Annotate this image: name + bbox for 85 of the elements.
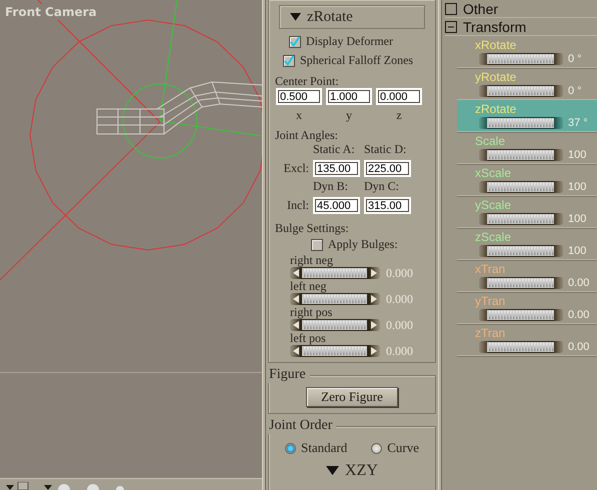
parameter-label: yTran	[475, 294, 506, 308]
radio-button[interactable]	[371, 442, 382, 454]
dial-value: 0.000	[386, 344, 413, 358]
dial[interactable]	[290, 266, 380, 280]
dial[interactable]	[479, 276, 563, 290]
input-field[interactable]: 45.000	[313, 197, 360, 214]
parameter-value: 0.00	[568, 309, 590, 321]
axis-label: y	[345, 109, 353, 121]
radio-label[interactable]: Curve	[371, 440, 419, 456]
input-field[interactable]: 1.000	[326, 88, 372, 105]
toolbar-icon[interactable]	[6, 482, 30, 490]
square-icon[interactable]	[445, 2, 457, 14]
parameter-label: zTran	[475, 326, 506, 340]
input-field[interactable]: 315.00	[364, 197, 411, 214]
checkbox[interactable]	[311, 238, 323, 250]
group-title: Joint Order	[268, 418, 336, 434]
group-label[interactable]: Transform	[463, 18, 526, 34]
field-heading: Dyn C:	[364, 180, 400, 193]
axis-label: z	[395, 109, 403, 121]
input-field[interactable]: 0.500	[276, 88, 322, 105]
parameter-value: 100	[568, 149, 586, 161]
caret-icon	[326, 466, 340, 476]
parameter-label: yScale	[475, 198, 512, 212]
parameter-label: zScale	[475, 230, 512, 244]
dial[interactable]	[479, 148, 563, 162]
field-heading: Static A:	[313, 143, 356, 156]
group-label[interactable]: Other	[463, 0, 498, 16]
caret-icon	[290, 13, 301, 21]
viewport-title: Front Camera	[3, 4, 99, 20]
axis-label: x	[295, 109, 303, 121]
dial[interactable]	[479, 84, 563, 98]
dial-label: left neg	[290, 280, 328, 292]
input-field[interactable]: 0.000	[376, 88, 422, 105]
dial[interactable]	[479, 340, 563, 354]
parameter-label: Scale	[475, 134, 506, 148]
radio-button[interactable]	[285, 442, 296, 454]
field-heading: Static D:	[364, 143, 408, 156]
radio-label[interactable]: Standard	[285, 440, 348, 456]
deformer-dropdown[interactable]: zRotate	[279, 5, 425, 29]
zero-figure-button[interactable]: Zero Figure	[306, 387, 398, 407]
dial[interactable]	[479, 116, 563, 130]
dial-value: 0.000	[386, 266, 413, 280]
parameter-label: xTran	[475, 262, 506, 276]
sphere-icon[interactable]	[44, 482, 72, 490]
parameter-value: 100	[568, 245, 586, 257]
section-heading: Joint Angles:	[275, 128, 340, 142]
input-field[interactable]: 135.00	[313, 160, 360, 177]
checkbox[interactable]	[283, 54, 295, 66]
dial-label: right neg	[290, 254, 334, 266]
field-heading: Dyn B:	[313, 180, 350, 193]
dial[interactable]	[290, 344, 380, 358]
parameter-value: 0 °	[568, 53, 582, 65]
row-label: Incl:	[286, 199, 309, 212]
checkbox-label[interactable]: Apply Bulges:	[275, 235, 429, 254]
parameter-label: zRotate	[475, 102, 518, 116]
dial[interactable]	[479, 212, 563, 226]
input-field[interactable]: 225.00	[364, 160, 411, 177]
parameter-value: 0.00	[568, 277, 590, 289]
dial[interactable]	[290, 318, 380, 332]
dial-label: right pos	[290, 306, 334, 318]
dial[interactable]	[479, 244, 563, 258]
dial[interactable]	[479, 52, 563, 66]
parameter-value: 100	[568, 213, 586, 225]
dial[interactable]	[290, 292, 380, 306]
parameter-value: 0.00	[568, 341, 590, 353]
parameter-label: yRotate	[475, 70, 518, 84]
dial[interactable]	[479, 308, 563, 322]
dial[interactable]	[479, 180, 563, 194]
parameter-label: xScale	[475, 166, 512, 180]
section-heading: Bulge Settings:	[275, 221, 350, 235]
checkbox-label[interactable]: Display Deformer	[275, 32, 429, 51]
parameter-value: 100	[568, 181, 586, 193]
parameter-label: xRotate	[475, 38, 518, 52]
dial-label: left pos	[290, 332, 327, 344]
checkbox-label[interactable]: Spherical Falloff Zones	[275, 51, 429, 70]
row-label: Excl:	[282, 162, 309, 175]
collapse-icon[interactable]	[445, 20, 457, 32]
checkbox[interactable]	[289, 36, 301, 48]
order-dropdown[interactable]: XZY	[326, 462, 378, 480]
dial-value: 0.000	[386, 318, 413, 332]
group-title: Figure	[268, 367, 310, 383]
parameter-value: 0 °	[568, 85, 582, 97]
parameter-value: 37 °	[568, 117, 588, 129]
dial-value: 0.000	[386, 292, 413, 306]
section-heading: Center Point:	[275, 74, 340, 88]
